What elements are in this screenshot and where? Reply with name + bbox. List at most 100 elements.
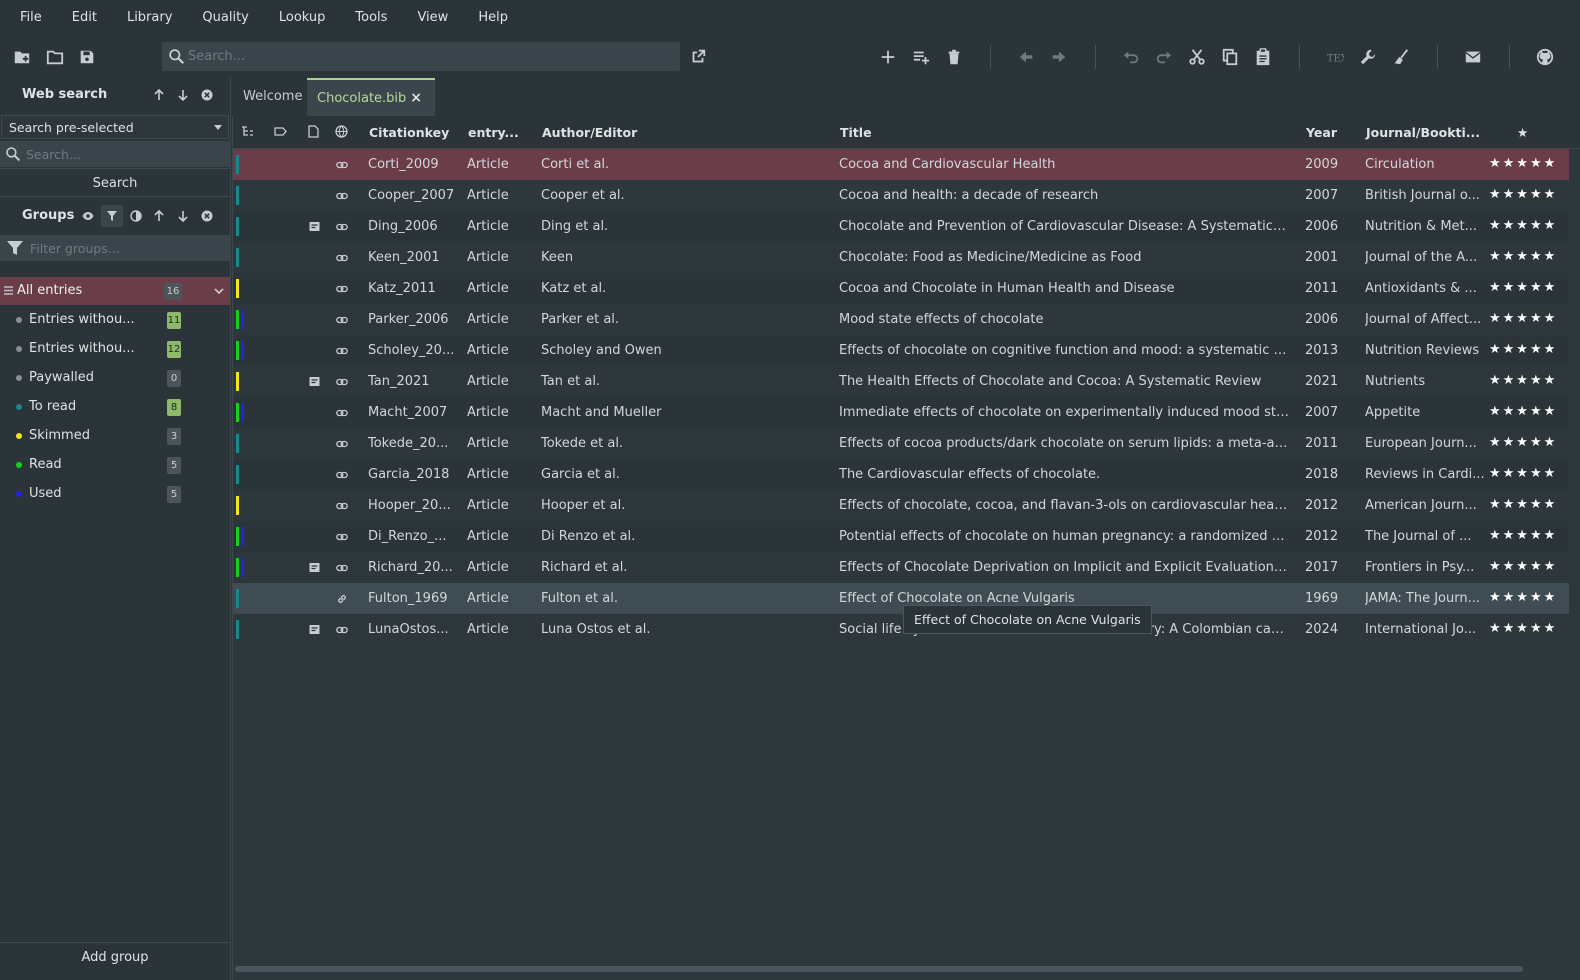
forward-icon[interactable] bbox=[1045, 43, 1073, 71]
rank-stars[interactable]: ★★★★★ bbox=[1489, 497, 1557, 512]
add-entry-icon[interactable] bbox=[874, 43, 902, 71]
rank-stars[interactable]: ★★★★★ bbox=[1489, 528, 1557, 543]
group-item[interactable]: Entries withou... 12 bbox=[0, 335, 230, 363]
file-icon[interactable] bbox=[307, 125, 321, 139]
rank-stars[interactable]: ★★★★★ bbox=[1489, 404, 1557, 419]
column-journal[interactable]: Journal/Bookti... bbox=[1366, 125, 1480, 140]
search-input[interactable] bbox=[188, 42, 668, 71]
table-row[interactable]: Macht_2007 Article Macht and Mueller Immedi… bbox=[233, 397, 1569, 428]
table-row[interactable]: Corti_2009 Article Corti et al. Cocoa and C… bbox=[233, 149, 1569, 180]
back-icon[interactable] bbox=[1012, 43, 1040, 71]
rank-stars[interactable]: ★★★★★ bbox=[1489, 590, 1557, 605]
group-all-entries[interactable]: All entries 16 bbox=[0, 277, 230, 305]
table-row[interactable]: Scholey_20... Article Scholey and Owen Effe… bbox=[233, 335, 1569, 366]
link-icon[interactable] bbox=[336, 624, 348, 636]
globe-icon[interactable] bbox=[335, 125, 349, 139]
cleanup-icon[interactable] bbox=[1387, 43, 1415, 71]
new-library-icon[interactable] bbox=[8, 43, 36, 71]
external-search-icon[interactable] bbox=[684, 43, 712, 71]
menu-library[interactable]: Library bbox=[112, 0, 187, 36]
table-row[interactable]: Hooper_20... Article Hooper et al. Effects … bbox=[233, 490, 1569, 521]
filter-groups-field[interactable] bbox=[0, 235, 230, 261]
table-row[interactable]: Keen_2001 Article Keen Chocolate: Food as M… bbox=[233, 242, 1569, 273]
eye-icon[interactable] bbox=[81, 209, 95, 223]
horizontal-scrollbar[interactable] bbox=[235, 966, 1523, 972]
paste-icon[interactable] bbox=[1249, 43, 1277, 71]
file-icon[interactable] bbox=[309, 562, 320, 573]
column-citationkey[interactable]: Citationkey bbox=[369, 125, 449, 140]
rank-stars[interactable]: ★★★★★ bbox=[1489, 249, 1557, 264]
rank-stars[interactable]: ★★★★★ bbox=[1489, 187, 1557, 202]
rank-stars[interactable]: ★★★★★ bbox=[1489, 435, 1557, 450]
table-row[interactable]: Di_Renzo_... Article Di Renzo et al. Potent… bbox=[233, 521, 1569, 552]
menu-tools[interactable]: Tools bbox=[340, 0, 402, 36]
file-icon[interactable] bbox=[309, 376, 320, 387]
rank-stars[interactable]: ★★★★★ bbox=[1489, 156, 1557, 171]
group-item[interactable]: Skimmed 3 bbox=[0, 422, 230, 450]
link-icon[interactable] bbox=[336, 407, 348, 419]
rank-stars[interactable]: ★★★★★ bbox=[1489, 466, 1557, 481]
menu-lookup[interactable]: Lookup bbox=[264, 0, 341, 36]
github-icon[interactable] bbox=[1531, 43, 1559, 71]
table-row[interactable]: Katz_2011 Article Katz et al. Cocoa and Cho… bbox=[233, 273, 1569, 304]
chevron-down-icon[interactable] bbox=[214, 286, 224, 296]
column-rank[interactable]: ★ bbox=[1517, 125, 1528, 140]
group-item[interactable]: Used 5 bbox=[0, 480, 230, 508]
link-icon[interactable] bbox=[336, 283, 348, 295]
file-icon[interactable] bbox=[309, 624, 320, 635]
rank-stars[interactable]: ★★★★★ bbox=[1489, 621, 1557, 636]
invert-icon[interactable] bbox=[129, 209, 143, 223]
tag-icon[interactable] bbox=[274, 125, 288, 139]
link-icon[interactable] bbox=[336, 376, 348, 388]
save-icon[interactable] bbox=[73, 43, 101, 71]
link-icon[interactable] bbox=[336, 252, 348, 264]
rank-stars[interactable]: ★★★★★ bbox=[1489, 559, 1557, 574]
tab-welcome[interactable]: Welcome bbox=[232, 78, 313, 116]
close-pane-icon[interactable] bbox=[200, 88, 214, 102]
column-year[interactable]: Year bbox=[1306, 125, 1337, 140]
redo-icon[interactable] bbox=[1150, 43, 1178, 71]
close-icon[interactable]: × bbox=[410, 80, 422, 116]
table-row[interactable]: Fulton_1969 Article Fulton et al. Effect of… bbox=[233, 583, 1569, 614]
column-entrytype[interactable]: entry... bbox=[468, 125, 519, 140]
link-icon[interactable] bbox=[336, 531, 348, 543]
delete-icon[interactable] bbox=[940, 43, 968, 71]
column-title[interactable]: Title bbox=[840, 125, 872, 140]
rank-stars[interactable]: ★★★★★ bbox=[1489, 280, 1557, 295]
undo-icon[interactable] bbox=[1117, 43, 1145, 71]
move-down-icon[interactable] bbox=[176, 88, 190, 102]
tree-icon[interactable] bbox=[241, 125, 255, 139]
table-row[interactable]: LunaOstos... Article Luna Ostos et al. Soci… bbox=[233, 614, 1569, 645]
link-icon[interactable] bbox=[336, 562, 348, 574]
table-row[interactable]: Parker_2006 Article Parker et al. Mood stat… bbox=[233, 304, 1569, 335]
rank-stars[interactable]: ★★★★★ bbox=[1489, 373, 1557, 388]
group-item[interactable]: To read 8 bbox=[0, 393, 230, 421]
table-row[interactable]: Garcia_2018 Article Garcia et al. The Cardi… bbox=[233, 459, 1569, 490]
rank-stars[interactable]: ★★★★★ bbox=[1489, 218, 1557, 233]
table-row[interactable]: Ding_2006 Article Ding et al. Chocolate and… bbox=[233, 211, 1569, 242]
link-icon[interactable] bbox=[336, 221, 348, 233]
web-search-button[interactable]: Search bbox=[0, 168, 230, 197]
column-author[interactable]: Author/Editor bbox=[542, 125, 637, 140]
wrench-icon[interactable] bbox=[1354, 43, 1382, 71]
tab-chocolate-bib[interactable]: Chocolate.bib × bbox=[307, 78, 436, 116]
link-icon[interactable] bbox=[336, 190, 348, 202]
link-icon[interactable] bbox=[336, 345, 348, 357]
fetcher-select[interactable]: Search pre-selected bbox=[1, 115, 229, 139]
link-icon[interactable] bbox=[336, 314, 348, 326]
link-icon[interactable] bbox=[336, 159, 348, 171]
group-item[interactable]: Paywalled 0 bbox=[0, 364, 230, 392]
link-icon[interactable] bbox=[336, 500, 348, 512]
filter-groups-input[interactable] bbox=[30, 235, 220, 261]
table-row[interactable]: Tokede_20... Article Tokede et al. Effects … bbox=[233, 428, 1569, 459]
tex-icon[interactable]: TEX bbox=[1321, 43, 1349, 71]
move-up-icon[interactable] bbox=[152, 209, 166, 223]
group-item[interactable]: Read 5 bbox=[0, 451, 230, 479]
menu-edit[interactable]: Edit bbox=[57, 0, 112, 36]
menu-view[interactable]: View bbox=[402, 0, 463, 36]
filter-toggle-icon[interactable] bbox=[101, 205, 123, 227]
add-group-button[interactable]: Add group bbox=[0, 942, 230, 973]
move-down-icon[interactable] bbox=[176, 209, 190, 223]
menu-file[interactable]: File bbox=[0, 0, 57, 36]
table-row[interactable]: Tan_2021 Article Tan et al. The Health Effe… bbox=[233, 366, 1569, 397]
